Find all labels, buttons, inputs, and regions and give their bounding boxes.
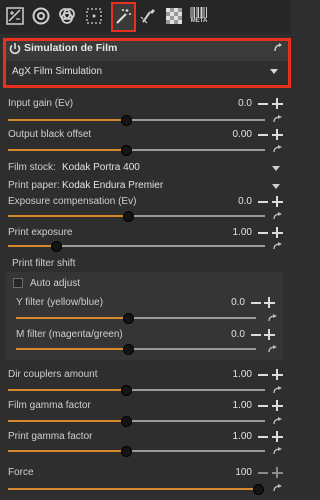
slider-fill [8,119,127,121]
magic-wand-icon[interactable] [113,6,133,26]
aperture-icon[interactable] [31,6,51,26]
decrement-button[interactable] [258,436,268,438]
module-title: Simulation de Film [24,42,118,54]
slider-handle[interactable] [120,144,132,156]
film-gamma-value[interactable]: 1.00 [212,400,252,411]
slider-fill [8,450,127,452]
slider-handle[interactable] [123,312,135,324]
slider-handle[interactable] [120,445,132,457]
reset-icon[interactable] [273,145,283,153]
slider-handle[interactable] [123,343,135,355]
y-filter-label: Y filter (yellow/blue) [16,297,104,308]
dir-couplers-value[interactable]: 1.00 [212,369,252,380]
decrement-button[interactable] [258,405,268,407]
color-rings-icon[interactable] [57,6,77,26]
reset-icon[interactable] [273,484,283,492]
y-filter-value[interactable]: 0.0 [205,297,245,308]
force-label: Force [8,467,34,478]
decrement-button[interactable] [251,334,261,336]
increment-button-v [276,98,278,109]
auto-adjust-checkbox[interactable] [13,278,23,288]
slider-fill [8,488,258,490]
reset-icon[interactable] [273,417,283,425]
increment-button-v [268,297,270,308]
slider-handle[interactable] [120,415,132,427]
reset-icon[interactable] [273,386,283,394]
output-black-offset-value[interactable]: 0.00 [212,129,252,140]
slider-fill [8,420,127,422]
reset-icon[interactable] [268,345,278,353]
slider-fill [16,317,129,319]
reset-icon[interactable] [273,212,283,220]
increment-button-v [276,467,278,478]
increment-button-v [276,129,278,140]
film-stock-label: Film stock: [8,162,56,173]
slider-fill [16,348,129,350]
meta-icon[interactable]: META [189,6,209,26]
reset-icon[interactable] [268,314,278,322]
print-filter-shift-label: Print filter shift [12,258,76,269]
slider-fill [8,245,57,247]
decrement-button[interactable] [258,472,268,474]
film-gamma-label: Film gamma factor [8,400,91,411]
reset-icon[interactable] [273,447,283,455]
chevron-down-icon [272,166,280,171]
increment-button-v [276,196,278,207]
white-balance-icon[interactable] [5,6,25,26]
slider-fill [8,149,127,151]
m-filter-value[interactable]: 0.0 [205,329,245,340]
m-filter-label: M filter (magenta/green) [16,329,123,340]
decrement-button[interactable] [258,374,268,376]
chevron-down-icon [270,69,278,74]
auto-adjust-label: Auto adjust [30,278,81,289]
slider-fill [8,215,129,217]
increment-button-v [276,431,278,442]
decrement-button[interactable] [258,232,268,234]
output-black-offset-label: Output black offset [8,129,92,140]
print-gamma-value[interactable]: 1.00 [212,431,252,442]
exposure-compensation-label: Exposure compensation (Ev) [8,196,137,207]
decrement-button[interactable] [251,302,261,304]
slider-handle[interactable] [51,240,63,252]
power-icon[interactable] [8,42,22,56]
reset-icon[interactable] [273,115,283,123]
slider-handle[interactable] [123,210,135,222]
reset-icon[interactable] [273,43,283,53]
increment-button-v [276,400,278,411]
decrement-button[interactable] [258,134,268,136]
print-paper-dropdown[interactable]: Kodak Endura Premier [62,180,163,191]
decrement-button[interactable] [258,103,268,105]
checkerboard-icon[interactable] [164,6,184,26]
increment-button-v [276,369,278,380]
decrement-button[interactable] [258,201,268,203]
module-group-toolbar: META [0,0,291,34]
print-exposure-label: Print exposure [8,227,73,238]
slider-handle[interactable] [120,114,132,126]
retouch-brush-icon[interactable] [138,6,158,26]
print-gamma-label: Print gamma factor [8,431,93,442]
reset-icon[interactable] [273,242,283,250]
exposure-compensation-value[interactable]: 0.0 [212,196,252,207]
film-stock-dropdown[interactable]: Kodak Portra 400 [62,162,140,173]
increment-button-v [276,227,278,238]
slider-fill [8,389,127,391]
print-paper-label: Print paper: [8,180,60,191]
chevron-down-icon [272,184,280,189]
slider-handle[interactable] [120,384,132,396]
increment-button-v [268,329,270,340]
meta-label: META [190,18,208,24]
print-exposure-value[interactable]: 1.00 [212,227,252,238]
dotted-square-icon[interactable] [84,6,104,26]
preset-value: AgX Film Simulation [12,66,103,77]
dir-couplers-label: Dir couplers amount [8,369,98,380]
force-value[interactable]: 100 [212,467,252,478]
slider-handle[interactable] [252,483,264,495]
input-gain-value[interactable]: 0.0 [212,98,252,109]
input-gain-label: Input gain (Ev) [8,98,74,109]
